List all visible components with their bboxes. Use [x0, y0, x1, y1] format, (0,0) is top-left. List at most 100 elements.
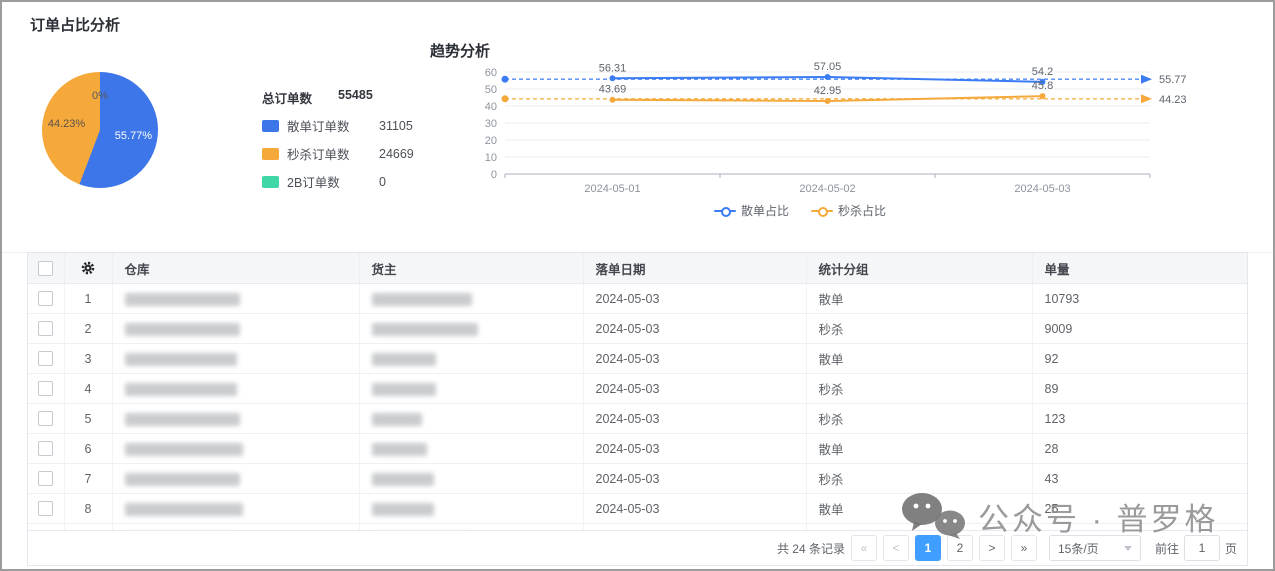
cell-date: 2024-05-03: [583, 434, 806, 464]
svg-text:0: 0: [491, 169, 497, 181]
cell-group: 散单: [806, 344, 1032, 374]
cell-group: 秒杀: [806, 404, 1032, 434]
cell-date: 2024-05-03: [583, 374, 806, 404]
col-qty[interactable]: 单量: [1032, 253, 1247, 284]
charts-section: 订单占比分析 55.77%44.23%0% 总订单数 55485 散单订单数 3…: [2, 2, 1273, 253]
row-checkbox[interactable]: [38, 351, 53, 366]
masked-owner: [372, 323, 478, 336]
svg-text:20: 20: [485, 135, 497, 147]
row-checkbox[interactable]: [38, 321, 53, 336]
row-checkbox[interactable]: [38, 471, 53, 486]
svg-text:40: 40: [485, 101, 497, 113]
trend-legend-item[interactable]: 秒杀占比: [811, 202, 886, 219]
svg-text:2024-05-02: 2024-05-02: [799, 183, 855, 195]
col-date[interactable]: 落单日期: [583, 253, 806, 284]
col-warehouse[interactable]: 仓库: [112, 253, 359, 284]
col-group[interactable]: 统计分组: [806, 253, 1032, 284]
row-index: 2: [64, 314, 112, 344]
pie-legend-item[interactable]: 2B订单数 0: [262, 172, 414, 191]
masked-owner: [372, 413, 422, 426]
row-checkbox[interactable]: [38, 441, 53, 456]
cell-qty: 89: [1032, 374, 1247, 404]
pie-slice-label: 55.77%: [115, 130, 152, 142]
trend-legend-item[interactable]: 散单占比: [714, 202, 789, 219]
svg-text:55.77: 55.77: [1159, 74, 1187, 86]
masked-warehouse: [125, 443, 243, 456]
select-all-checkbox[interactable]: [38, 261, 53, 276]
line-marker-icon: [811, 207, 833, 215]
cell-qty: 92: [1032, 344, 1247, 374]
svg-text:30: 30: [485, 118, 497, 130]
table-row[interactable]: 42024-05-03秒杀89: [28, 374, 1247, 404]
legend-value: 31105: [379, 119, 413, 133]
cell-qty: 10793: [1032, 284, 1247, 314]
cell-date: 2024-05-03: [583, 314, 806, 344]
page-size-select[interactable]: 15条/页: [1049, 535, 1141, 561]
column-settings-icon[interactable]: [80, 260, 96, 276]
pie-slice-label: 44.23%: [48, 118, 85, 130]
page-number-button[interactable]: 2: [947, 535, 973, 561]
masked-owner: [372, 293, 472, 306]
pie-legend-item[interactable]: 散单订单数 31105: [262, 116, 414, 135]
masked-owner: [372, 353, 436, 366]
records-total: 共 24 条记录: [777, 540, 845, 557]
masked-owner: [372, 383, 436, 396]
cell-group: 秒杀: [806, 314, 1032, 344]
svg-text:2024-05-01: 2024-05-01: [584, 183, 640, 195]
legend-label: 2B订单数: [287, 172, 365, 191]
svg-text:60: 60: [485, 67, 497, 79]
table-row[interactable]: 62024-05-03散单28: [28, 434, 1247, 464]
chevron-down-icon: [1124, 546, 1132, 551]
row-index: 3: [64, 344, 112, 374]
svg-text:43.69: 43.69: [599, 84, 627, 96]
masked-warehouse: [125, 473, 240, 486]
masked-warehouse: [125, 293, 240, 306]
legend-swatch-blue: [262, 120, 279, 132]
page-number-list: 12: [915, 535, 973, 561]
trend-chart[interactable]: 01020304050602024-05-012024-05-022024-05…: [440, 60, 1230, 210]
masked-owner: [372, 443, 427, 456]
table-body-viewport[interactable]: 12024-05-03散单1079322024-05-03秒杀900932024…: [28, 284, 1247, 530]
cell-group: 秒杀: [806, 464, 1032, 494]
svg-text:56.31: 56.31: [599, 62, 627, 74]
table-row[interactable]: 82024-05-03散单25: [28, 494, 1247, 524]
cell-group: 散单: [806, 494, 1032, 524]
trend-title: 趋势分析: [430, 40, 490, 61]
cell-group: 秒杀: [806, 374, 1032, 404]
cell-date: 2024-05-03: [583, 464, 806, 494]
goto-page-input[interactable]: [1184, 535, 1220, 561]
table-row[interactable]: 52024-05-03秒杀123: [28, 404, 1247, 434]
row-checkbox[interactable]: [38, 501, 53, 516]
legend-label: 散单订单数: [287, 116, 365, 135]
row-checkbox[interactable]: [38, 381, 53, 396]
row-checkbox[interactable]: [38, 291, 53, 306]
table-row[interactable]: 12024-05-03散单10793: [28, 284, 1247, 314]
cell-qty: 25: [1032, 494, 1247, 524]
prev-page-button[interactable]: <: [883, 535, 909, 561]
row-checkbox[interactable]: [38, 411, 53, 426]
table-row[interactable]: 72024-05-03秒杀43: [28, 464, 1247, 494]
svg-text:44.23: 44.23: [1159, 94, 1187, 106]
svg-text:42.95: 42.95: [814, 85, 842, 97]
pie-chart[interactable]: 55.77% 44.23% 0%: [42, 72, 158, 188]
last-page-button[interactable]: »: [1011, 535, 1037, 561]
page-size-value: 15条/页: [1058, 540, 1099, 557]
pie-slice-label: 0%: [92, 90, 108, 102]
masked-warehouse: [125, 383, 237, 396]
goto-page: 前往 页: [1155, 535, 1237, 561]
table-header: 仓库 货主 落单日期 统计分组 单量: [28, 253, 1247, 284]
masked-warehouse: [125, 413, 240, 426]
table-row[interactable]: 32024-05-03散单92: [28, 344, 1247, 374]
page-number-button[interactable]: 1: [915, 535, 941, 561]
table-row[interactable]: 22024-05-03秒杀9009: [28, 314, 1247, 344]
line-marker-icon: [714, 207, 736, 215]
trend-legend-label: 散单占比: [741, 202, 789, 219]
svg-text:45.8: 45.8: [1032, 80, 1053, 92]
col-owner[interactable]: 货主: [359, 253, 583, 284]
next-page-button[interactable]: >: [979, 535, 1005, 561]
first-page-button[interactable]: «: [851, 535, 877, 561]
pie-legend-item[interactable]: 秒杀订单数 24669: [262, 144, 414, 163]
pagination-bar: 共 24 条记录 « < 12 > » 15条/页 前往 页: [28, 530, 1247, 565]
cell-qty: 43: [1032, 464, 1247, 494]
svg-text:2024-05-03: 2024-05-03: [1014, 183, 1070, 195]
